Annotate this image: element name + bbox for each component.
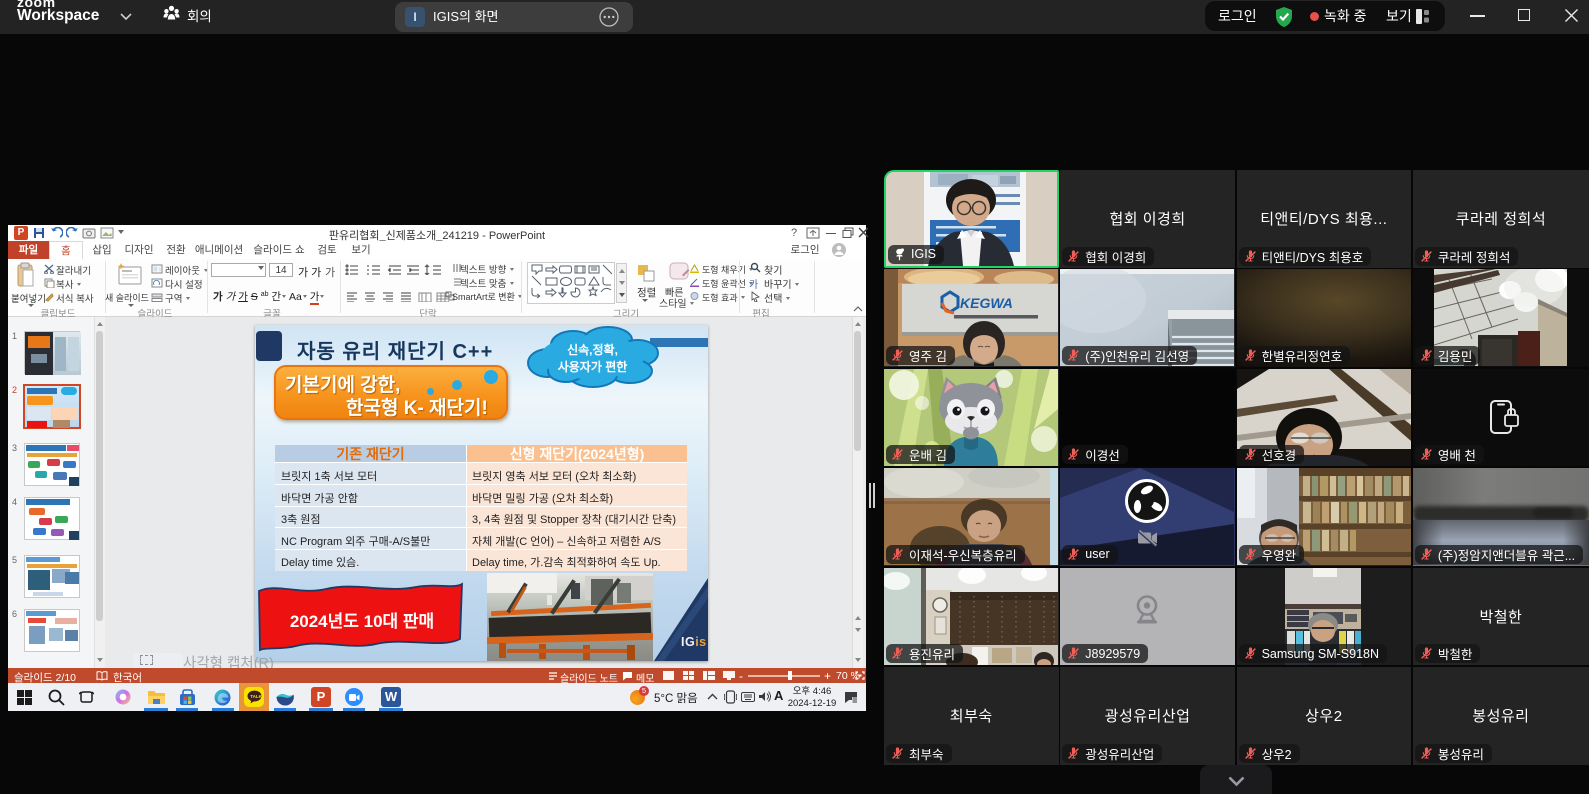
svg-text:KEGWA: KEGWA [960, 295, 1013, 311]
svg-text:TALK: TALK [250, 694, 262, 699]
